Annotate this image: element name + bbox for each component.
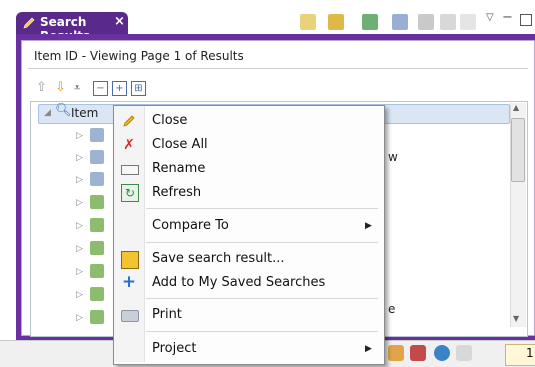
item-icon <box>90 150 104 164</box>
expand-triangle-icon[interactable]: ▷ <box>76 175 83 185</box>
expand-triangle-icon[interactable]: ▷ <box>76 290 83 300</box>
arrow-up-icon[interactable]: ⇧ <box>36 81 49 94</box>
pin-menu-icon[interactable] <box>328 14 344 30</box>
menu-item-compare-to[interactable]: Compare To <box>152 218 229 233</box>
flag-icon[interactable] <box>410 345 426 361</box>
pencil-icon <box>23 17 35 29</box>
collapse-all-icon[interactable]: − <box>93 81 108 96</box>
menu-item-save-search-result[interactable]: Save search result... <box>152 251 285 266</box>
item-icon <box>90 310 104 324</box>
menu-separator <box>146 208 378 209</box>
expand-all-icon[interactable]: ⊞ <box>131 81 146 96</box>
expand-triangle-icon[interactable]: ▷ <box>76 221 83 231</box>
menu-item-refresh[interactable]: Refresh <box>152 185 201 200</box>
copy-icon[interactable] <box>418 14 434 30</box>
submenu-arrow-icon: ▶ <box>365 344 372 354</box>
notify-icon[interactable] <box>388 345 404 361</box>
menu-item-close-all[interactable]: Close All <box>152 137 208 152</box>
layout-icon[interactable] <box>392 14 408 30</box>
menu-separator <box>146 331 378 332</box>
menu-item-project[interactable]: Project <box>152 341 196 356</box>
maximize-icon[interactable] <box>520 14 532 26</box>
view-menu-chevron-icon[interactable]: ▽ <box>486 12 494 23</box>
globe-icon[interactable] <box>434 345 450 361</box>
item-icon <box>90 287 104 301</box>
search-icon: 🔍︎ <box>55 103 72 118</box>
submenu-arrow-icon: ▶ <box>365 221 372 231</box>
expand-triangle-icon[interactable]: ▷ <box>76 131 83 141</box>
item-icon <box>90 218 104 232</box>
pin-icon[interactable] <box>300 14 316 30</box>
expand-triangle-icon[interactable]: ▷ <box>76 313 83 323</box>
scroll-down-icon[interactable]: ▼ <box>513 314 519 323</box>
collapse-bottom-icon[interactable]: ⩡ <box>74 81 87 94</box>
menu-item-rename[interactable]: Rename <box>152 161 205 176</box>
divider <box>28 68 528 69</box>
expand-icon[interactable]: + <box>112 81 127 96</box>
tab-close-button[interactable]: × <box>114 14 125 29</box>
expand-triangle-icon[interactable]: ▷ <box>76 267 83 277</box>
export-icon[interactable] <box>362 14 378 30</box>
menu-separator <box>146 242 378 243</box>
task-count: 1 <box>526 346 534 360</box>
scroll-up-icon[interactable]: ▲ <box>513 103 519 112</box>
refresh-icon: ↻ <box>121 184 139 202</box>
item-icon <box>90 264 104 278</box>
menu-item-close[interactable]: Close <box>152 113 187 128</box>
tab-search-results[interactable]: Search Results × <box>16 12 128 43</box>
row-text-fragment: w <box>388 150 398 164</box>
rename-icon <box>121 165 139 175</box>
save-icon <box>121 251 139 269</box>
collapse-triangle-icon[interactable]: ◢ <box>44 108 51 118</box>
clear-disabled-icon <box>460 14 476 30</box>
scrollbar-thumb[interactable] <box>511 118 525 182</box>
print-icon <box>121 310 139 322</box>
menu-item-add-to-saved-searches[interactable]: Add to My Saved Searches <box>152 275 325 290</box>
close-all-icon: ✗ <box>123 137 135 153</box>
expand-triangle-icon[interactable]: ▷ <box>76 244 83 254</box>
minimize-icon[interactable]: − <box>502 10 513 25</box>
item-icon <box>90 128 104 142</box>
arrow-down-icon[interactable]: ⇩ <box>55 81 68 94</box>
menu-separator <box>146 298 378 299</box>
plus-icon: + <box>121 272 137 292</box>
item-icon <box>90 195 104 209</box>
tree-root-label: Item <box>71 106 99 120</box>
row-text-fragment: e <box>388 302 396 316</box>
expand-triangle-icon[interactable]: ▷ <box>76 153 83 163</box>
item-icon <box>90 172 104 186</box>
menu-item-print[interactable]: Print <box>152 307 182 322</box>
pencil-icon <box>123 115 135 127</box>
edit-disabled-icon <box>440 14 456 30</box>
item-icon <box>90 241 104 255</box>
expand-triangle-icon[interactable]: ▷ <box>76 198 83 208</box>
viewing-label: Item ID - Viewing Page 1 of Results <box>34 49 244 63</box>
network-icon[interactable] <box>456 345 472 361</box>
